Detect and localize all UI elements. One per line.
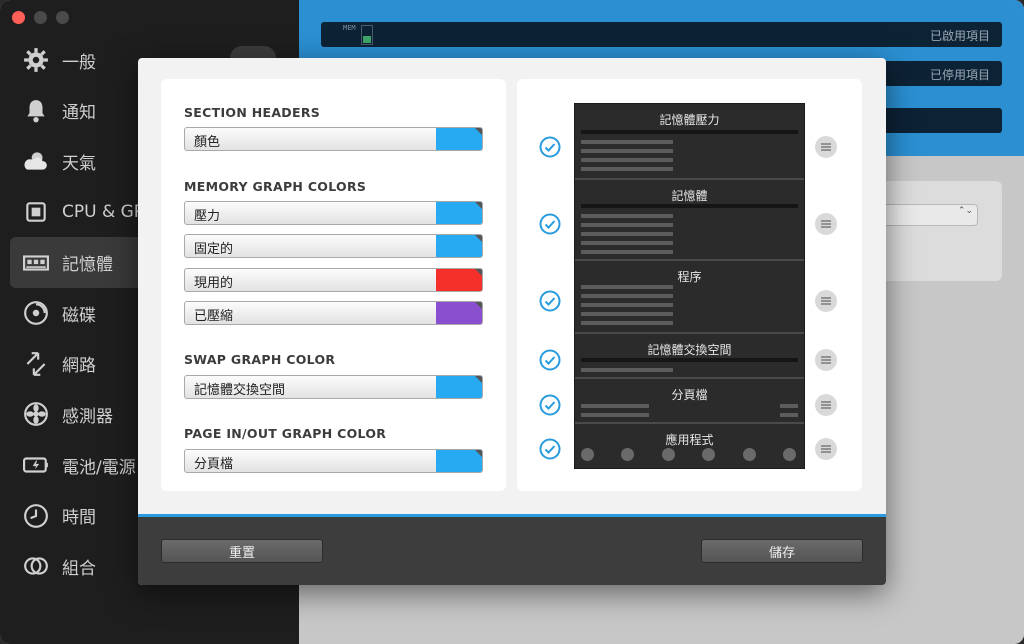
accent-line <box>138 514 886 517</box>
color-row-swap[interactable]: 記憶體交換空間 <box>184 375 483 399</box>
close-window-button[interactable] <box>12 11 25 24</box>
network-arrows-icon <box>22 350 50 378</box>
color-swatch[interactable] <box>436 202 482 224</box>
check-circle-icon[interactable] <box>539 394 561 416</box>
preview-section-title: 記憶體 <box>671 189 708 203</box>
drag-handle-icon[interactable] <box>815 290 837 312</box>
sidebar-item-label: 一般 <box>62 52 96 73</box>
check-circle-icon[interactable] <box>539 290 561 312</box>
window-controls <box>12 11 69 24</box>
bell-icon <box>22 97 50 125</box>
memory-mini-gauge <box>361 25 373 45</box>
drag-handle-icon[interactable] <box>815 349 837 371</box>
section-order-panel: 記憶體壓力 記憶體 程序 記憶體交換空間 分頁檔 應用程式 <box>517 79 862 491</box>
reset-button[interactable]: 重置 <box>161 539 323 563</box>
preview-section-title: 程序 <box>677 270 702 284</box>
mem-tag: MEM <box>343 24 356 32</box>
preview-section-title: 記憶體壓力 <box>659 113 720 127</box>
swap-graph-color-title: SWAP GRAPH COLOR <box>184 352 336 367</box>
maximize-window-button[interactable] <box>56 11 69 24</box>
drag-handle-icon[interactable] <box>815 394 837 416</box>
disk-icon <box>22 299 50 327</box>
sidebar-item-label: 記憶體 <box>62 255 113 276</box>
app-window: 一般 通知 天氣 CPU & GPU 記憶體 磁碟 網路 感測器 電池/電源 時… <box>0 0 1024 644</box>
color-swatch[interactable] <box>436 269 482 291</box>
color-row-page-file[interactable]: 分頁檔 <box>184 449 483 473</box>
sidebar-item-label: 通知 <box>62 103 96 124</box>
preview-section-page-file[interactable]: 分頁檔 <box>575 379 804 424</box>
sensor-fan-icon <box>22 400 50 428</box>
gear-icon <box>22 46 50 74</box>
battery-icon <box>22 451 50 479</box>
memory-graph-colors-title: MEMORY GRAPH COLORS <box>184 179 367 194</box>
preview-section-title: 應用程式 <box>665 433 714 447</box>
check-circle-icon[interactable] <box>539 213 561 235</box>
color-row-active[interactable]: 現用的 <box>184 268 483 292</box>
sidebar-item-label: 電池/電源 <box>62 457 136 478</box>
sidebar-item-label: 網路 <box>62 356 96 377</box>
color-row-label: 固定的 <box>194 242 234 257</box>
preview-section-title: 分頁檔 <box>671 388 708 402</box>
minimize-window-button[interactable] <box>34 11 47 24</box>
dialog-footer: 重置 儲存 <box>138 514 886 585</box>
check-circle-icon[interactable] <box>539 349 561 371</box>
cpu-chip-icon <box>22 198 50 226</box>
color-row-label: 顏色 <box>194 135 221 150</box>
color-row-label: 現用的 <box>194 276 234 291</box>
clock-icon <box>22 502 50 530</box>
combine-rings-icon <box>22 552 50 580</box>
disabled-items-label: 已停用項目 <box>929 68 990 82</box>
color-swatch[interactable] <box>436 128 482 150</box>
memory-menu-preview: 記憶體壓力 記憶體 程序 記憶體交換空間 分頁檔 應用程式 <box>574 103 805 469</box>
section-headers-title: SECTION HEADERS <box>184 105 321 120</box>
color-row-label: 壓力 <box>194 209 221 224</box>
preview-section-swap[interactable]: 記憶體交換空間 <box>575 334 804 379</box>
save-button[interactable]: 儲存 <box>701 539 863 563</box>
preview-section-apps[interactable]: 應用程式 <box>575 424 804 468</box>
drag-handle-icon[interactable] <box>815 438 837 460</box>
preview-section-pressure[interactable]: 記憶體壓力 <box>575 104 804 180</box>
page-inout-graph-color-title: PAGE IN/OUT GRAPH COLOR <box>184 426 387 441</box>
color-row-pressure[interactable]: 壓力 <box>184 201 483 225</box>
color-row-compressed[interactable]: 已壓縮 <box>184 301 483 325</box>
memory-icon <box>22 249 50 277</box>
color-row-wired[interactable]: 固定的 <box>184 234 483 258</box>
check-circle-icon[interactable] <box>539 136 561 158</box>
color-row-label: 已壓縮 <box>194 309 234 324</box>
sidebar-item-label: 組合 <box>62 558 96 579</box>
check-circle-icon[interactable] <box>539 438 561 460</box>
sidebar-item-label: 時間 <box>62 508 96 529</box>
color-swatch[interactable] <box>436 302 482 324</box>
sidebar-item-label: 磁碟 <box>62 305 96 326</box>
preview-section-title: 記憶體交換空間 <box>647 343 732 357</box>
color-row-label: 記憶體交換空間 <box>194 383 286 398</box>
preview-section-processes[interactable]: 程序 <box>575 261 804 334</box>
preview-section-memory[interactable]: 記憶體 <box>575 180 804 261</box>
color-swatch[interactable] <box>436 450 482 472</box>
color-row-label: 分頁檔 <box>194 457 234 472</box>
color-swatch[interactable] <box>436 235 482 257</box>
sidebar-item-label: 天氣 <box>62 153 96 174</box>
weather-icon <box>22 147 50 175</box>
drag-handle-icon[interactable] <box>815 213 837 235</box>
color-swatch[interactable] <box>436 376 482 398</box>
color-row-section-header[interactable]: 顏色 <box>184 127 483 151</box>
enabled-items-bar[interactable]: MEM 已啟用項目 <box>321 22 1002 47</box>
enabled-items-label: 已啟用項目 <box>929 29 990 43</box>
color-settings-panel: SECTION HEADERS 顏色 MEMORY GRAPH COLORS 壓… <box>161 79 506 491</box>
drag-handle-icon[interactable] <box>815 136 837 158</box>
color-settings-dialog: SECTION HEADERS 顏色 MEMORY GRAPH COLORS 壓… <box>138 58 886 585</box>
sidebar-item-label: 感測器 <box>62 406 113 427</box>
